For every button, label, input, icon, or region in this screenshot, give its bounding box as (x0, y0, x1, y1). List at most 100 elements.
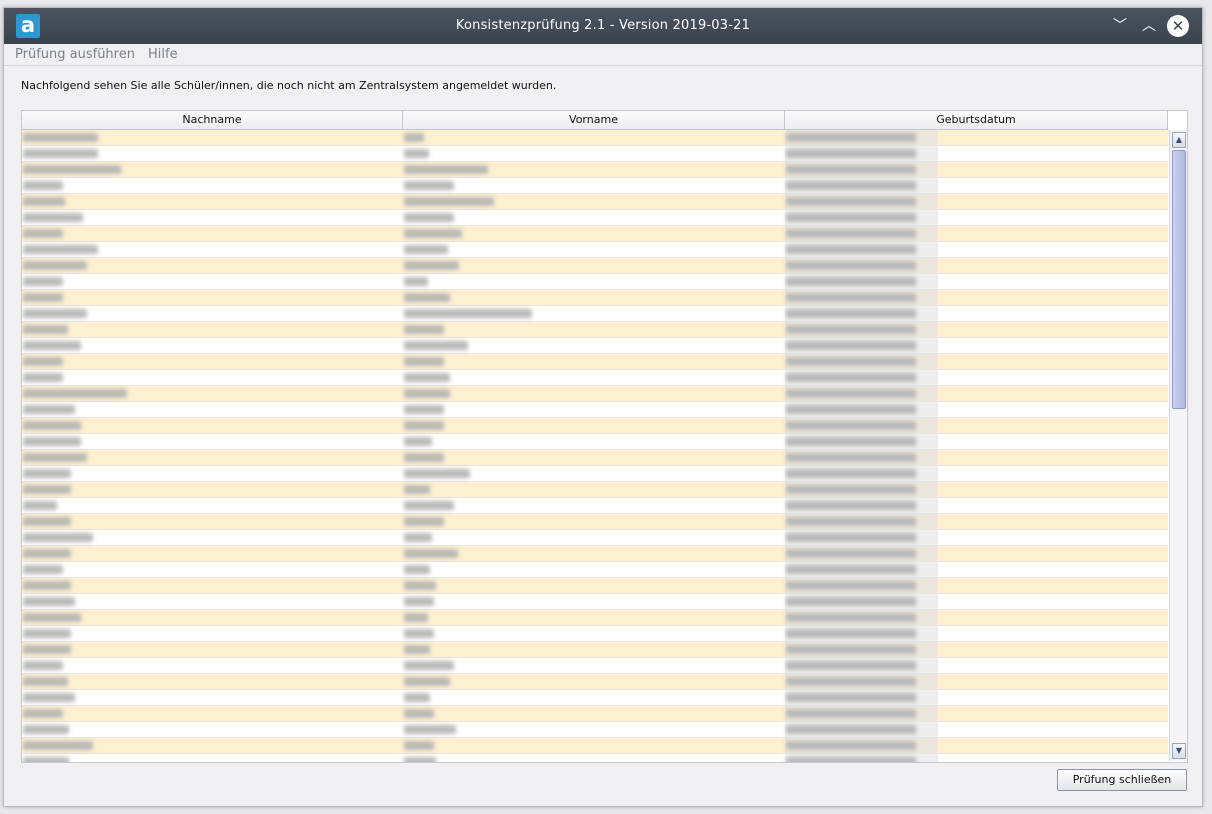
cell-geburtsdatum (785, 594, 1168, 609)
table-row[interactable] (22, 402, 1168, 418)
table-row[interactable] (22, 578, 1168, 594)
table-row[interactable] (22, 146, 1168, 162)
table-row[interactable] (22, 242, 1168, 258)
cell-nachname (22, 738, 403, 753)
cell-vorname (403, 658, 785, 673)
redacted-text (404, 149, 429, 158)
close-check-button[interactable]: Prüfung schließen (1057, 769, 1187, 791)
cell-vorname (403, 226, 785, 241)
maximize-icon[interactable]: ︿ (1138, 15, 1160, 37)
cell-geburtsdatum (785, 306, 1168, 321)
cell-vorname (403, 258, 785, 273)
intro-text: Nachfolgend sehen Sie alle Schüler/innen… (21, 79, 557, 92)
menu-pruefung-ausfuehren[interactable]: Prüfung ausführen (15, 47, 135, 62)
table-row[interactable] (22, 514, 1168, 530)
table-row[interactable] (22, 722, 1168, 738)
cell-nachname (22, 642, 403, 657)
table-row[interactable] (22, 530, 1168, 546)
table-row[interactable] (22, 130, 1168, 146)
table-row[interactable] (22, 546, 1168, 562)
scrollbar-thumb[interactable] (1172, 150, 1186, 409)
cell-vorname (403, 402, 785, 417)
column-header-nachname[interactable]: Nachname (22, 111, 403, 129)
table-row[interactable] (22, 306, 1168, 322)
redacted-text (786, 341, 916, 350)
cell-vorname (403, 482, 785, 497)
redacted-text (404, 725, 456, 734)
cell-nachname (22, 418, 403, 433)
table-row[interactable] (22, 642, 1168, 658)
table-row[interactable] (22, 498, 1168, 514)
cell-vorname (403, 274, 785, 289)
redacted-text (23, 357, 63, 366)
redacted-text (23, 213, 83, 222)
cell-vorname (403, 530, 785, 545)
redacted-text (404, 597, 434, 606)
table-row[interactable] (22, 178, 1168, 194)
redacted-text (404, 613, 428, 622)
column-header-vorname[interactable]: Vorname (403, 111, 785, 129)
column-header-geburtsdatum[interactable]: Geburtsdatum (785, 111, 1168, 129)
cell-vorname (403, 738, 785, 753)
table-row[interactable] (22, 466, 1168, 482)
cell-vorname (403, 594, 785, 609)
table-row[interactable] (22, 626, 1168, 642)
table-row[interactable] (22, 594, 1168, 610)
scroll-up-icon[interactable]: ▲ (1172, 132, 1186, 148)
table-row[interactable] (22, 690, 1168, 706)
table-row[interactable] (22, 674, 1168, 690)
redacted-text (23, 261, 87, 270)
redacted-text (786, 437, 916, 446)
close-icon[interactable]: ✕ (1167, 15, 1189, 37)
table-row[interactable] (22, 290, 1168, 306)
redacted-text (23, 165, 121, 174)
table-row[interactable] (22, 354, 1168, 370)
table-row[interactable] (22, 450, 1168, 466)
redacted-text (404, 453, 444, 462)
table-row[interactable] (22, 162, 1168, 178)
cell-vorname (403, 130, 785, 145)
table-row[interactable] (22, 226, 1168, 242)
title-bar[interactable]: a Konsistenzprüfung 2.1 - Version 2019-0… (4, 8, 1202, 44)
redacted-text (404, 757, 436, 762)
table-row[interactable] (22, 370, 1168, 386)
redacted-text (404, 645, 430, 654)
cell-geburtsdatum (785, 146, 1168, 161)
table-row[interactable] (22, 482, 1168, 498)
cell-vorname (403, 418, 785, 433)
table-row[interactable] (22, 706, 1168, 722)
menu-hilfe[interactable]: Hilfe (148, 47, 178, 62)
table-row[interactable] (22, 434, 1168, 450)
table-row[interactable] (22, 274, 1168, 290)
table-row[interactable] (22, 322, 1168, 338)
redacted-text (786, 309, 916, 318)
table-row[interactable] (22, 610, 1168, 626)
redacted-text (786, 677, 916, 686)
table-row[interactable] (22, 738, 1168, 754)
table-row[interactable] (22, 418, 1168, 434)
cell-vorname (403, 162, 785, 177)
cell-vorname (403, 514, 785, 529)
redacted-text (786, 741, 916, 750)
vertical-scrollbar[interactable]: ▲ ▼ (1169, 130, 1187, 761)
table-row[interactable] (22, 754, 1168, 762)
redacted-text (404, 181, 454, 190)
table-row[interactable] (22, 338, 1168, 354)
cell-geburtsdatum (785, 450, 1168, 465)
table-row[interactable] (22, 258, 1168, 274)
table-row[interactable] (22, 562, 1168, 578)
table-row[interactable] (22, 210, 1168, 226)
table-row[interactable] (22, 658, 1168, 674)
redacted-text (786, 629, 916, 638)
redacted-text (23, 389, 127, 398)
redacted-text (786, 469, 916, 478)
table-row[interactable] (22, 386, 1168, 402)
cell-geburtsdatum (785, 466, 1168, 481)
redacted-text (23, 709, 63, 718)
minimize-icon[interactable]: ﹀ (1109, 15, 1131, 37)
redacted-text (786, 277, 916, 286)
scroll-down-icon[interactable]: ▼ (1172, 743, 1186, 759)
table-row[interactable] (22, 194, 1168, 210)
cell-geburtsdatum (785, 642, 1168, 657)
cell-nachname (22, 578, 403, 593)
